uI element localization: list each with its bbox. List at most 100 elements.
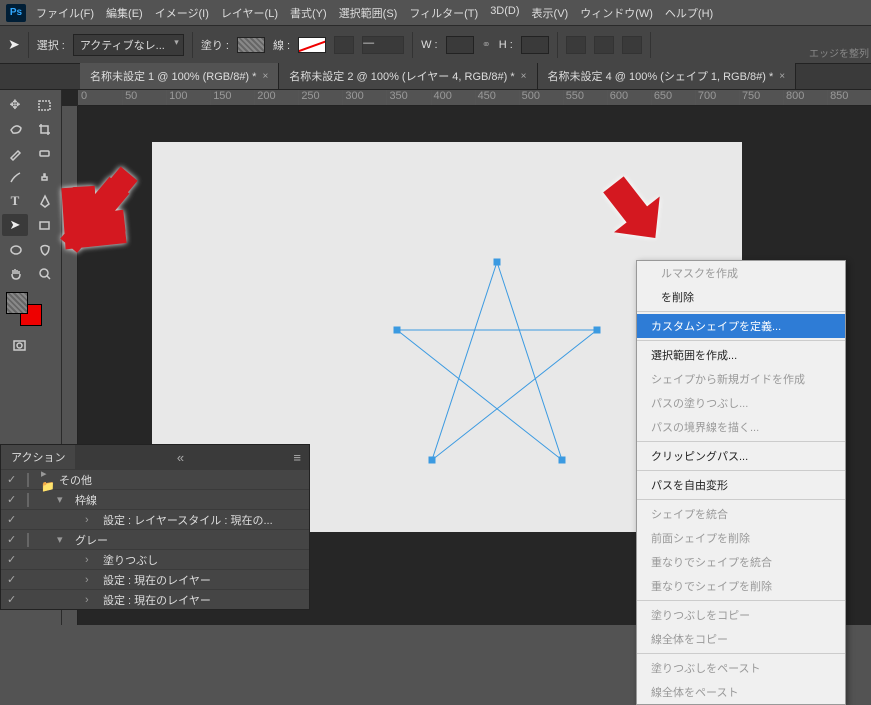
anchor-handle[interactable] xyxy=(594,327,601,334)
star-shape[interactable] xyxy=(392,260,602,473)
cursor-icon: ➤ xyxy=(8,36,20,53)
close-icon[interactable]: × xyxy=(521,71,527,82)
context-menu-item[interactable]: を削除 xyxy=(637,285,845,309)
menu-ウィンドウ(W)[interactable]: ウィンドウ(W) xyxy=(574,1,659,25)
row-caret: ▾ xyxy=(57,493,69,506)
lasso-tool[interactable] xyxy=(2,118,28,140)
arrange-icon[interactable] xyxy=(622,36,642,54)
panel-menu-icon[interactable]: ≡ xyxy=(285,450,309,465)
action-label: 設定 : レイヤースタイル : 現在の... xyxy=(103,512,273,528)
edge-align-label: エッジを整列 xyxy=(809,45,869,60)
hand-tool[interactable] xyxy=(2,262,28,284)
action-row[interactable]: ✓ ▾ グレー xyxy=(1,529,309,549)
context-menu-item: 前面シェイプを削除 xyxy=(637,526,845,550)
context-menu-item: 塗りつぶしをコピー xyxy=(637,603,845,627)
menu-選択範囲(S)[interactable]: 選択範囲(S) xyxy=(333,1,404,25)
check-icon: ✓ xyxy=(7,513,21,526)
panel-tab-actions[interactable]: アクション xyxy=(1,445,75,469)
type-tool[interactable]: T xyxy=(2,190,28,212)
menu-レイヤー(L)[interactable]: レイヤー(L) xyxy=(215,1,284,25)
menu-ファイル(F)[interactable]: ファイル(F) xyxy=(30,1,100,25)
zoom-tool[interactable] xyxy=(32,262,58,284)
anchor-handle[interactable] xyxy=(429,457,436,464)
move-tool[interactable]: ✥ xyxy=(2,94,28,116)
stroke-label: 線 : xyxy=(273,37,290,53)
context-menu-item: シェイプから新規ガイドを作成 xyxy=(637,367,845,391)
check-icon: ✓ xyxy=(7,533,21,546)
action-row[interactable]: ✓›設定 : レイヤースタイル : 現在の... xyxy=(1,509,309,529)
color-swatches[interactable] xyxy=(6,292,46,326)
tab-doc-2[interactable]: 名称未設定 2 @ 100% (レイヤー 4, RGB/8#) *× xyxy=(279,63,537,89)
link-icon[interactable]: ⚭ xyxy=(482,38,491,51)
menu-イメージ(I)[interactable]: イメージ(I) xyxy=(149,1,215,25)
context-menu-item[interactable]: 選択範囲を作成... xyxy=(637,343,845,367)
row-caret: ▾ xyxy=(57,533,69,546)
anchor-handle[interactable] xyxy=(559,457,566,464)
action-row[interactable]: ✓▸ 📁その他 xyxy=(1,469,309,489)
eyedropper-tool[interactable] xyxy=(2,142,28,164)
path-selection-tool[interactable]: ➤ xyxy=(2,214,28,236)
tab-doc-1[interactable]: 名称未設定 1 @ 100% (RGB/8#) *× xyxy=(80,63,279,89)
width-input[interactable] xyxy=(446,36,474,54)
context-menu-item[interactable]: パスを自由変形 xyxy=(637,473,845,497)
stroke-width-field[interactable] xyxy=(334,36,354,54)
context-menu-item[interactable]: カスタムシェイプを定義... xyxy=(637,314,845,338)
check-icon: ✓ xyxy=(7,473,21,486)
panel-close-icon[interactable]: « xyxy=(169,450,192,465)
action-row[interactable]: ✓›設定 : 現在のレイヤー xyxy=(1,569,309,589)
quickmask-tool[interactable] xyxy=(6,334,32,356)
close-icon[interactable]: × xyxy=(779,71,785,82)
check-icon: ✓ xyxy=(7,493,21,506)
align-icon[interactable] xyxy=(594,36,614,54)
action-label: 塗りつぶし xyxy=(103,552,158,568)
select-dropdown[interactable]: アクティブなレ... xyxy=(73,34,184,56)
stroke-style-dropdown[interactable]: — xyxy=(362,36,404,54)
fill-label: 塗り : xyxy=(201,37,229,53)
close-icon[interactable]: × xyxy=(262,71,268,82)
fill-swatch[interactable] xyxy=(237,37,265,53)
menu-編集(E)[interactable]: 編集(E) xyxy=(100,1,149,25)
dialog-box xyxy=(27,534,29,546)
row-caret: › xyxy=(85,574,97,586)
context-menu: ルマスクを作成を削除カスタムシェイプを定義... 選択範囲を作成...シェイプから… xyxy=(636,260,846,705)
marquee-tool[interactable] xyxy=(32,94,58,116)
menu-ヘルプ(H)[interactable]: ヘルプ(H) xyxy=(659,1,719,25)
ruler-horizontal: 0501001502002503003504004505005506006507… xyxy=(78,90,871,106)
annotation-arrow xyxy=(50,165,145,263)
context-menu-item[interactable]: クリッピングパス... xyxy=(637,444,845,468)
menu-書式(Y)[interactable]: 書式(Y) xyxy=(284,1,333,25)
anchor-handle[interactable] xyxy=(394,327,401,334)
menu-フィルター(T)[interactable]: フィルター(T) xyxy=(403,1,484,25)
menu-表示(V)[interactable]: 表示(V) xyxy=(526,1,575,25)
check-icon: ✓ xyxy=(7,553,21,566)
dialog-box xyxy=(27,554,41,566)
path-op-icon[interactable] xyxy=(566,36,586,54)
context-menu-item: パスの境界線を描く... xyxy=(637,415,845,439)
action-label: グレー xyxy=(75,532,108,548)
menu-3D(D)[interactable]: 3D(D) xyxy=(484,1,525,25)
ellipse-tool[interactable] xyxy=(2,238,28,260)
app-logo: Ps xyxy=(6,4,26,22)
brush-tool[interactable] xyxy=(2,166,28,188)
context-menu-item: ルマスクを作成 xyxy=(637,261,845,285)
menu-bar: Ps ファイル(F)編集(E)イメージ(I)レイヤー(L)書式(Y)選択範囲(S… xyxy=(0,0,871,26)
action-row[interactable]: ✓›設定 : 現在のレイヤー xyxy=(1,589,309,609)
row-caret: ▸ 📁 xyxy=(41,467,53,493)
action-row[interactable]: ✓›塗りつぶし xyxy=(1,549,309,569)
crop-tool[interactable] xyxy=(32,118,58,140)
height-input[interactable] xyxy=(521,36,549,54)
dialog-box xyxy=(27,494,29,506)
action-label: その他 xyxy=(59,472,92,488)
foreground-color[interactable] xyxy=(6,292,28,314)
healing-tool[interactable] xyxy=(32,142,58,164)
stroke-swatch[interactable] xyxy=(298,37,326,53)
dialog-box xyxy=(27,574,41,586)
tab-doc-3[interactable]: 名称未設定 4 @ 100% (シェイプ 1, RGB/8#) *× xyxy=(538,63,797,89)
dialog-box xyxy=(27,474,29,486)
row-caret: › xyxy=(85,594,97,606)
context-menu-item: パスの塗りつぶし... xyxy=(637,391,845,415)
context-menu-item: 重なりでシェイプを統合 xyxy=(637,550,845,574)
anchor-handle[interactable] xyxy=(494,259,501,266)
dialog-box xyxy=(27,514,41,526)
check-icon: ✓ xyxy=(7,573,21,586)
